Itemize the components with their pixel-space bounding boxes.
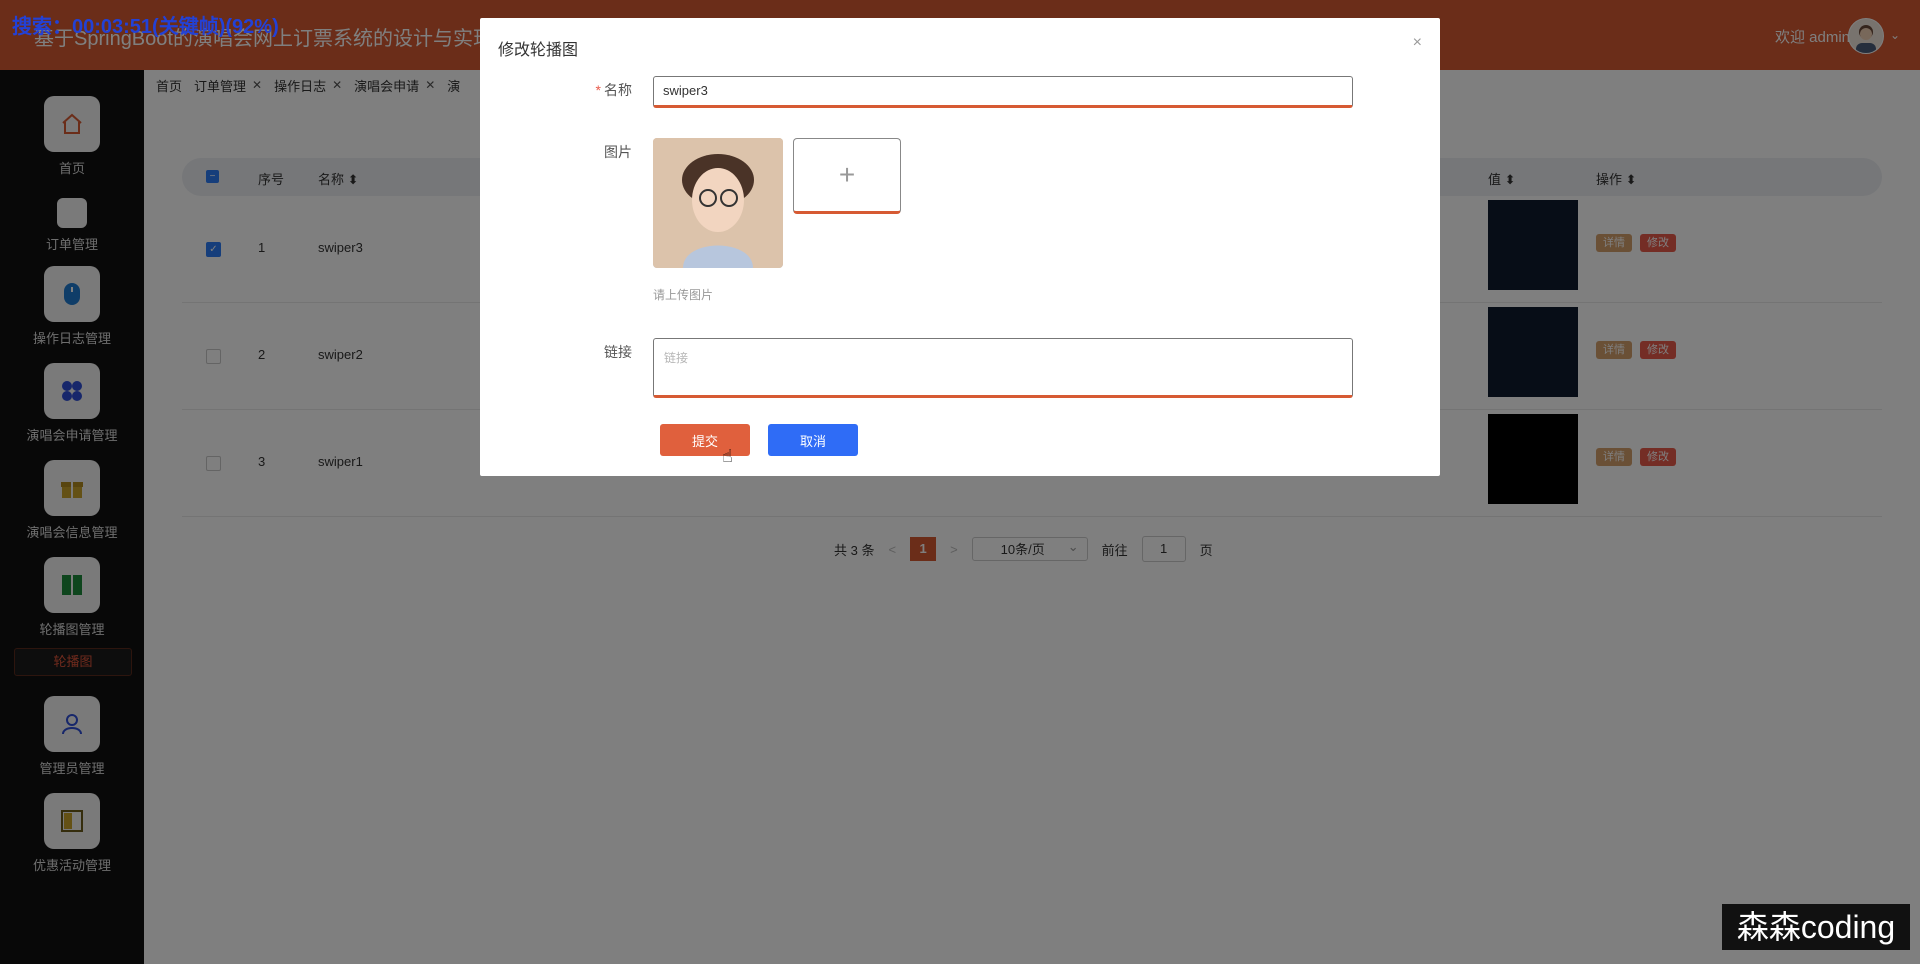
name-label-text: 名称 bbox=[604, 82, 632, 98]
submit-button[interactable]: 提交 bbox=[660, 424, 750, 456]
dialog-title: 修改轮播图 bbox=[498, 42, 579, 59]
upload-hint: 请上传图片 bbox=[653, 288, 714, 302]
uploaded-image[interactable] bbox=[653, 138, 783, 268]
cancel-button[interactable]: 取消 bbox=[768, 424, 858, 456]
image-label: 图片 bbox=[604, 144, 632, 160]
video-watermark: 搜索：00:03:51(关键帧)(92%) bbox=[12, 16, 279, 38]
channel-watermark: 森森coding bbox=[1722, 904, 1910, 950]
pointer-cursor-icon: ☝ bbox=[722, 446, 733, 466]
link-label: 链接 bbox=[604, 344, 632, 360]
name-label: * 名称 bbox=[595, 82, 632, 98]
edit-carousel-dialog: 修改轮播图 × *名称 swiper3 图片 + 请上传图片 链接 提交 取消 … bbox=[480, 18, 1440, 476]
link-textarea[interactable] bbox=[653, 338, 1353, 398]
close-icon[interactable]: × bbox=[1413, 34, 1422, 52]
name-input[interactable]: swiper3 bbox=[653, 76, 1353, 108]
upload-image-button[interactable]: + bbox=[793, 138, 901, 214]
